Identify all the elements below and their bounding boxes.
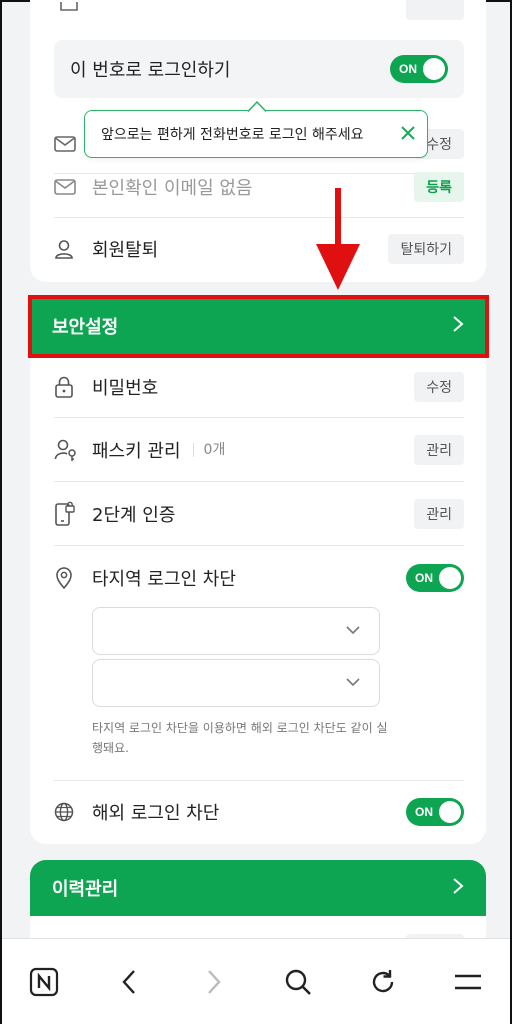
passkey-row: 패스키 관리 0개 관리 (54, 418, 464, 482)
top-row-partial (54, 0, 464, 22)
withdraw-button[interactable]: 탈퇴하기 (388, 234, 464, 264)
passkey-icon (54, 438, 80, 462)
region-block-toggle[interactable]: ON (406, 564, 464, 592)
foreign-block-row: 해외 로그인 차단 ON (54, 781, 464, 843)
foreign-block-label: 해외 로그인 차단 (92, 803, 220, 824)
password-row: 비밀번호 수정 (54, 356, 464, 418)
toggle-knob (423, 58, 445, 80)
mail-icon (54, 135, 80, 152)
chevron-right-icon (452, 877, 464, 900)
tooltip-text: 앞으로는 편하게 전화번호로 로그인 해주세요 (101, 127, 364, 143)
lock-icon (54, 376, 80, 398)
history-title: 이력관리 (52, 879, 119, 900)
annotation-arrow (316, 188, 360, 290)
toggle-on-text: ON (415, 571, 433, 585)
refresh-icon[interactable] (361, 960, 405, 1004)
chevron-right-icon (452, 315, 464, 338)
password-label: 비밀번호 (92, 377, 159, 399)
foreign-block-toggle[interactable]: ON (406, 798, 464, 826)
security-settings-title: 보안설정 (52, 317, 119, 338)
close-icon[interactable] (401, 125, 415, 144)
two-factor-label: 2단계 인증 (92, 504, 176, 526)
mail-icon (54, 178, 80, 195)
passkey-manage-button[interactable]: 관리 (414, 434, 464, 465)
two-factor-row: 2단계 인증 관리 (54, 482, 464, 546)
history-header[interactable]: 이력관리 (30, 860, 486, 916)
login-with-number-row[interactable]: 이 번호로 로그인하기 ON (54, 40, 464, 98)
phone-login-tooltip: 앞으로는 편하게 전화번호로 로그인 해주세요 (84, 110, 428, 158)
chevron-down-icon (346, 678, 360, 687)
region-block-label: 타지역 로그인 차단 (92, 569, 236, 590)
withdraw-row: 회원탈퇴 탈퇴하기 (54, 218, 464, 280)
location-pin-icon (54, 566, 80, 590)
region-select-2[interactable] (92, 659, 380, 707)
partial-button (406, 0, 464, 20)
phone-lock-icon (54, 501, 80, 527)
toggle-knob (439, 801, 461, 823)
naver-home-icon[interactable] (22, 960, 66, 1004)
two-factor-manage-button[interactable]: 관리 (414, 498, 464, 529)
region-select-1[interactable] (92, 607, 380, 655)
toggle-on-text: ON (415, 805, 433, 819)
register-email-button[interactable]: 등록 (414, 171, 464, 202)
search-icon[interactable] (276, 960, 320, 1004)
region-block-row: 타지역 로그인 차단 ON (54, 546, 464, 610)
user-icon (54, 239, 80, 259)
toggle-knob (439, 567, 461, 589)
password-edit-button[interactable]: 수정 (414, 371, 464, 402)
login-with-number-label: 이 번호로 로그인하기 (70, 60, 231, 81)
partial-icon (60, 2, 78, 11)
region-block-note: 타지역 로그인 차단을 이용하면 해외 로그인 차단도 같이 실행돼요. (92, 721, 388, 755)
globe-icon (54, 802, 80, 822)
verify-email-row: 본인확인 이메일 없음 등록 (54, 156, 464, 218)
withdraw-label: 회원탈퇴 (92, 240, 159, 261)
login-with-number-toggle[interactable]: ON (390, 55, 448, 83)
forward-icon[interactable] (192, 960, 236, 1004)
tooltip-arrow (248, 101, 266, 112)
menu-icon[interactable] (446, 960, 490, 1004)
passkey-label: 패스키 관리 (92, 440, 181, 462)
browser-nav-bar (2, 938, 510, 1024)
verify-email-label: 본인확인 이메일 없음 (92, 177, 253, 199)
security-settings-header[interactable]: 보안설정 (30, 298, 486, 354)
passkey-count: 0개 (192, 442, 225, 457)
back-icon[interactable] (107, 960, 151, 1004)
toggle-on-text: ON (399, 62, 417, 76)
chevron-down-icon (346, 626, 360, 635)
